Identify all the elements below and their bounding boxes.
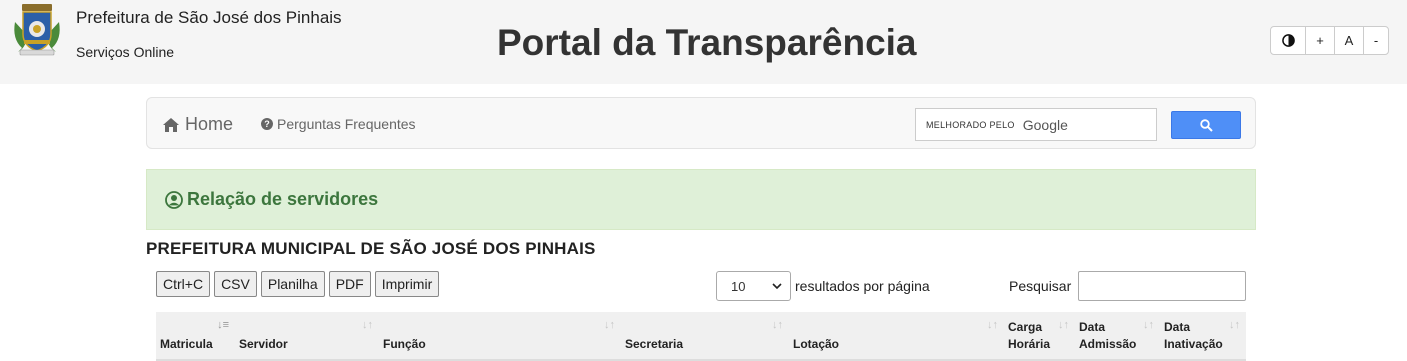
- sort-icon: ↓↑: [987, 319, 998, 331]
- column-label: Carga Horária: [1008, 320, 1051, 351]
- column-header-secretaria[interactable]: ↓↑ Secretaria: [621, 312, 789, 359]
- accessibility-toolbar: + A -: [1270, 26, 1389, 55]
- google-search-button[interactable]: [1171, 111, 1241, 139]
- user-circle-icon: [165, 190, 183, 209]
- export-buttons: Ctrl+C CSV Planilha PDF Imprimir: [156, 271, 440, 297]
- contrast-icon: [1281, 34, 1295, 47]
- csv-button[interactable]: CSV: [214, 271, 257, 297]
- decrease-font-button[interactable]: -: [1364, 27, 1388, 54]
- sort-icon: ↓↑: [604, 319, 615, 331]
- nav-faq-label: Perguntas Frequentes: [277, 116, 416, 132]
- column-header-data-admissao[interactable]: ↓↑ Data Admissão: [1075, 312, 1160, 359]
- home-icon: [163, 117, 179, 132]
- table-search-label: Pesquisar: [1009, 278, 1072, 294]
- sort-asc-icon: ↓≡: [217, 319, 229, 331]
- table-header: ↓≡ Matricula ↓↑ Servidor ↓↑ Função ↓↑ Se…: [156, 312, 1246, 361]
- sort-icon: ↓↑: [1143, 319, 1154, 331]
- google-prefix-label: MELHORADO PELO: [926, 119, 1015, 130]
- city-crest-icon: [14, 4, 60, 56]
- page-length-select[interactable]: 10: [716, 271, 791, 301]
- top-header: Prefeitura de São José dos Pinhais Servi…: [0, 0, 1407, 84]
- column-header-funcao[interactable]: ↓↑ Função: [379, 312, 621, 359]
- page-title: Portal da Transparência: [497, 22, 917, 63]
- nav-home-link[interactable]: Home: [163, 114, 233, 135]
- normal-font-button[interactable]: A: [1335, 27, 1364, 54]
- column-label: Servidor: [239, 337, 288, 351]
- pdf-button[interactable]: PDF: [328, 271, 371, 297]
- org-name: Prefeitura de São José dos Pinhais: [76, 8, 342, 27]
- contrast-toggle-button[interactable]: [1271, 27, 1306, 54]
- column-header-matricula[interactable]: ↓≡ Matricula: [156, 312, 235, 359]
- column-header-lotacao[interactable]: ↓↑ Lotação: [789, 312, 1004, 359]
- section-title-text: Relação de servidores: [187, 189, 379, 209]
- column-label: Função: [383, 337, 426, 351]
- page-length-label: resultados por página: [795, 278, 930, 294]
- page-length-control: 10 resultados por página: [716, 271, 930, 301]
- page-length-value: 10: [731, 278, 746, 294]
- column-label: Lotação: [793, 337, 840, 351]
- sort-icon: ↓↑: [362, 319, 373, 331]
- services-online-label: Serviços Online: [76, 44, 175, 60]
- column-label: Secretaria: [625, 337, 684, 351]
- sort-icon: ↓↑: [1229, 319, 1240, 331]
- main-navbar: Home ? Perguntas Frequentes MELHORADO PE…: [146, 97, 1256, 149]
- copy-button[interactable]: Ctrl+C: [156, 271, 211, 297]
- table-search-input[interactable]: [1078, 271, 1246, 301]
- print-button[interactable]: Imprimir: [374, 271, 440, 297]
- column-label: Matricula: [160, 337, 213, 351]
- spreadsheet-button[interactable]: Planilha: [260, 271, 325, 297]
- search-icon: [1199, 118, 1213, 132]
- sort-icon: ↓↑: [1058, 319, 1069, 331]
- column-header-carga-horaria[interactable]: ↓↑ Carga Horária: [1004, 312, 1075, 359]
- column-header-data-inativacao[interactable]: ↓↑ Data Inativação: [1160, 312, 1246, 359]
- column-header-servidor[interactable]: ↓↑ Servidor: [235, 312, 379, 359]
- nav-faq-link[interactable]: ? Perguntas Frequentes: [261, 116, 416, 132]
- chevron-down-icon: [772, 283, 782, 289]
- question-circle-icon: ?: [261, 118, 273, 130]
- nav-home-label: Home: [185, 114, 234, 134]
- sort-icon: ↓↑: [772, 319, 783, 331]
- section-panel: Relação de servidores: [146, 169, 1256, 230]
- organization-heading: PREFEITURA MUNICIPAL DE SÃO JOSÉ DOS PIN…: [146, 239, 596, 258]
- google-wordmark: Google: [1022, 116, 1068, 133]
- google-search-input[interactable]: MELHORADO PELO Google: [915, 108, 1157, 141]
- increase-font-button[interactable]: +: [1306, 27, 1335, 54]
- column-label: Data Admissão: [1079, 320, 1137, 351]
- column-label: Data Inativação: [1164, 320, 1223, 351]
- section-title: Relação de servidores: [165, 189, 378, 210]
